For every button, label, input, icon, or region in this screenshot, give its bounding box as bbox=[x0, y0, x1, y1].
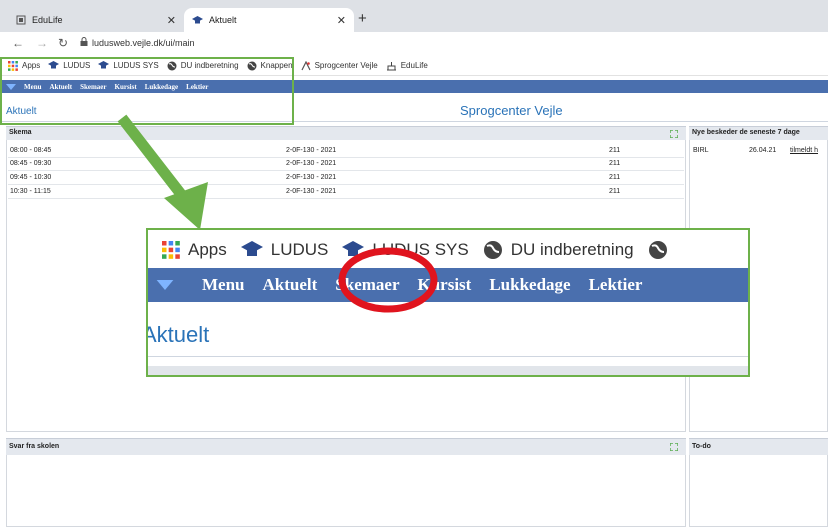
schedule-course[interactable]: 2-0F-130 - 2021 bbox=[286, 160, 336, 167]
lock-icon bbox=[80, 37, 88, 46]
bookmark-label: LUDUS bbox=[270, 240, 329, 259]
messages-panel-header: Nye beskeder de seneste 7 dage bbox=[689, 126, 828, 140]
graduation-cap-icon bbox=[192, 15, 203, 23]
tab-aktuelt[interactable]: Aktuelt ✕ bbox=[184, 8, 354, 32]
forward-icon[interactable]: → bbox=[36, 36, 48, 50]
menu-item-menu[interactable]: Menu bbox=[202, 275, 245, 295]
tab-title: EduLife bbox=[32, 15, 63, 25]
globe-icon bbox=[648, 241, 667, 259]
row-divider bbox=[8, 198, 684, 199]
close-tab-icon[interactable]: ✕ bbox=[167, 14, 176, 27]
todo-panel-header: To-do bbox=[689, 438, 828, 455]
highlight-circle-icon bbox=[338, 247, 438, 313]
bookmark-ludus[interactable]: LUDUS bbox=[240, 240, 329, 260]
schedule-course[interactable]: 2-0F-130 - 2021 bbox=[286, 188, 336, 195]
callout-arrow-icon bbox=[117, 114, 208, 230]
header-divider bbox=[148, 356, 748, 357]
schedule-time: 08:00 - 08:45 bbox=[10, 147, 52, 154]
page-title: Aktuelt bbox=[146, 322, 210, 347]
edulife-icon bbox=[386, 61, 396, 70]
zoomed-app-menu-bar: Menu Aktuelt Skemaer Kursist Lukkedage L… bbox=[148, 268, 748, 302]
browser-tab-bar: EduLife ✕ Aktuelt ✕ + bbox=[0, 0, 828, 32]
apps-grid-icon bbox=[162, 241, 180, 259]
reload-icon[interactable]: ↻ bbox=[58, 36, 68, 50]
schedule-time: 08:45 - 09:30 bbox=[10, 160, 52, 167]
message-link[interactable]: tilmeldt h bbox=[790, 147, 818, 154]
graduation-cap-icon bbox=[240, 241, 263, 256]
svar-panel-header: Svar fra skolen bbox=[6, 438, 686, 455]
bookmark-label: DU indberetning bbox=[510, 240, 634, 259]
schedule-course[interactable]: 2-0F-130 - 2021 bbox=[286, 147, 336, 154]
todo-title: To-do bbox=[692, 443, 711, 450]
bookmark-label: EduLife bbox=[400, 61, 428, 70]
bookmark-label: Sprogcenter Vejle bbox=[314, 61, 378, 70]
bookmark-sprogcenter-vejle[interactable]: Sprogcenter Vejle bbox=[301, 60, 378, 71]
svar-title: Svar fra skolen bbox=[9, 443, 60, 450]
schedule-title: Skema bbox=[9, 129, 32, 136]
row-divider bbox=[8, 157, 684, 158]
row-divider bbox=[8, 184, 684, 185]
schedule-room: 211 bbox=[609, 188, 621, 195]
bookmark-du-indberetning[interactable]: DU indberetning bbox=[483, 240, 634, 260]
school-title: Sprogcenter Vejle bbox=[460, 103, 563, 118]
address-bar: ← → ↻ ludusweb.vejle.dk/ui/main bbox=[0, 32, 828, 56]
close-tab-icon[interactable]: ✕ bbox=[337, 14, 346, 27]
back-icon[interactable]: ← bbox=[12, 36, 24, 50]
url-input[interactable]: ludusweb.vejle.dk/ui/main bbox=[92, 38, 195, 48]
zoomed-callout: Apps LUDUS LUDUS SYS DU indberetning Men… bbox=[146, 228, 750, 377]
row-divider bbox=[8, 170, 684, 171]
menu-item-aktuelt[interactable]: Aktuelt bbox=[263, 275, 318, 295]
chevron-down-icon[interactable] bbox=[156, 280, 174, 290]
tab-edulife[interactable]: EduLife ✕ bbox=[8, 8, 184, 32]
schedule-room: 211 bbox=[609, 160, 621, 167]
sprogcenter-icon bbox=[301, 60, 311, 70]
message-date: 26.04.21 bbox=[749, 147, 777, 154]
bookmark-edulife[interactable]: EduLife bbox=[386, 61, 428, 71]
tab-title: Aktuelt bbox=[209, 15, 237, 25]
schedule-room: 211 bbox=[609, 147, 621, 154]
bookmark-partial[interactable] bbox=[648, 240, 676, 260]
expand-icon[interactable] bbox=[670, 130, 678, 138]
menu-item-lektier[interactable]: Lektier bbox=[589, 275, 643, 295]
zoomed-bookmarks-bar: Apps LUDUS LUDUS SYS DU indberetning bbox=[148, 230, 748, 270]
menu-item-lukkedage[interactable]: Lukkedage bbox=[489, 275, 570, 295]
schedule-panel-header: Skema bbox=[6, 126, 686, 140]
bookmark-apps[interactable]: Apps bbox=[162, 240, 227, 260]
schedule-room: 211 bbox=[609, 174, 621, 181]
schedule-course[interactable]: 2-0F-130 - 2021 bbox=[286, 174, 336, 181]
schedule-time: 09:45 - 10:30 bbox=[10, 174, 52, 181]
expand-icon[interactable] bbox=[670, 443, 678, 451]
new-tab-button[interactable]: + bbox=[358, 10, 367, 27]
page-icon bbox=[16, 15, 26, 25]
bookmark-label: Apps bbox=[188, 240, 227, 259]
schedule-time: 10:30 - 11:15 bbox=[10, 188, 51, 195]
message-from: BIRL bbox=[693, 147, 709, 154]
globe-icon bbox=[483, 241, 502, 259]
panel-header-strip bbox=[148, 366, 748, 375]
messages-title: Nye beskeder de seneste 7 dage bbox=[692, 129, 800, 136]
